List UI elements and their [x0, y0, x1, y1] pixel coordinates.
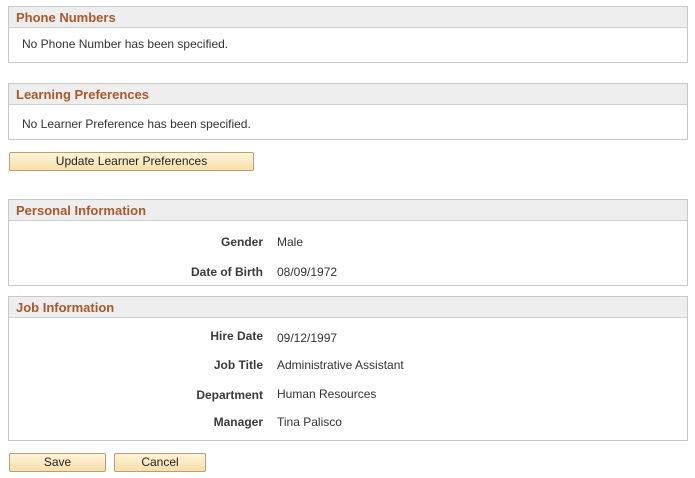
learner-profile-page: Phone Numbers No Phone Number has been s…: [0, 0, 695, 478]
field-row-hire-date: Hire Date 09/12/1997: [9, 329, 689, 345]
phone-numbers-empty-text: No Phone Number has been specified.: [22, 37, 229, 51]
manager-value: Tina Palisco: [277, 415, 342, 429]
phone-numbers-title: Phone Numbers: [9, 7, 687, 28]
cancel-button[interactable]: Cancel: [114, 453, 206, 472]
department-label: Department: [196, 388, 263, 402]
job-information-section: Job Information Hire Date 09/12/1997 Job…: [8, 296, 688, 441]
field-row-date-of-birth: Date of Birth 08/09/1972: [9, 265, 689, 281]
field-row-gender: Gender Male: [9, 235, 689, 251]
field-row-manager: Manager Tina Palisco: [9, 415, 689, 431]
learning-preferences-empty-text: No Learner Preference has been specified…: [22, 117, 251, 131]
date-of-birth-label: Date of Birth: [191, 265, 263, 279]
personal-information-title: Personal Information: [9, 200, 687, 221]
phone-numbers-section: Phone Numbers No Phone Number has been s…: [8, 6, 688, 63]
date-of-birth-value: 08/09/1972: [277, 265, 338, 279]
job-information-title: Job Information: [9, 297, 687, 318]
gender-label: Gender: [220, 235, 263, 249]
hire-date-label: Hire Date: [210, 329, 263, 343]
job-title-label: Job Title: [213, 358, 263, 372]
field-row-job-title: Job Title Administrative Assistant: [9, 358, 689, 374]
hire-date-value: 09/12/1997: [277, 331, 338, 345]
personal-information-section: Personal Information Gender Male Date of…: [8, 199, 688, 286]
manager-label: Manager: [213, 415, 263, 429]
job-title-value: Administrative Assistant: [277, 358, 404, 372]
update-learner-preferences-button[interactable]: Update Learner Preferences: [9, 152, 254, 171]
learning-preferences-section: Learning Preferences No Learner Preferen…: [8, 83, 688, 140]
learning-preferences-title: Learning Preferences: [9, 84, 687, 105]
department-value: Human Resources: [277, 387, 377, 401]
field-row-department: Department Human Resources: [9, 387, 689, 403]
gender-value: Male: [277, 235, 304, 249]
save-button[interactable]: Save: [9, 453, 106, 472]
